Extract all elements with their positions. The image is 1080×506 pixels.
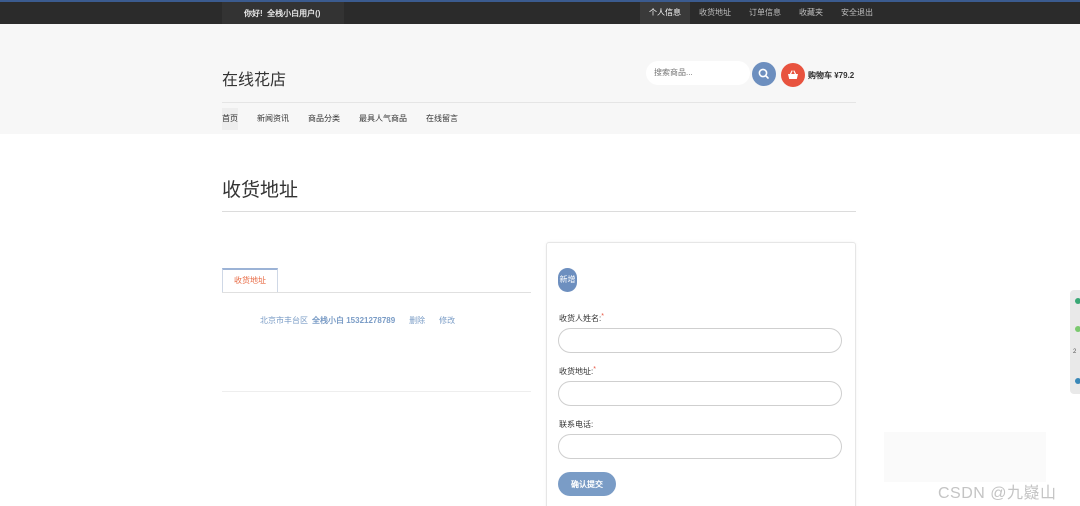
submit-button[interactable]: 确认提交 [558, 472, 616, 496]
search-input[interactable] [646, 61, 750, 85]
title-divider [222, 211, 856, 212]
cart-button[interactable] [781, 63, 805, 87]
required-mark: * [601, 313, 604, 320]
tab-divider [222, 292, 531, 293]
greeting: 你好! 全栈小白用户() [244, 8, 320, 19]
search-icon [758, 68, 769, 79]
status-dot-icon [1075, 326, 1080, 332]
address-item: 北京市丰台区 全栈小白 15321278789 删除 修改 [260, 315, 455, 326]
basket-icon [788, 70, 798, 79]
page-title: 收货地址 [222, 180, 299, 201]
phone-label: 联系电话: [559, 420, 594, 429]
receiver-name-label-text: 收货人姓名: [559, 314, 602, 323]
address-input[interactable] [558, 381, 842, 406]
edit-address-link[interactable]: 修改 [439, 315, 455, 326]
list-divider [222, 391, 531, 392]
topnav-logout[interactable]: 安全退出 [832, 2, 882, 24]
top-bar: 你好! 全栈小白用户() 个人信息 收货地址 订单信息 收藏夹 安全退出 [0, 0, 1080, 24]
nav-messages[interactable]: 在线留言 [426, 108, 458, 130]
nav-categories[interactable]: 商品分类 [308, 108, 340, 130]
faded-overlay [884, 432, 1046, 482]
nav-news[interactable]: 新闻资讯 [257, 108, 289, 130]
phone-input[interactable] [558, 434, 842, 459]
address-label: 收货地址:* [559, 366, 596, 377]
topnav-favorites[interactable]: 收藏夹 [790, 2, 832, 24]
globe-icon [1075, 378, 1080, 384]
watermark: CSDN @九嶷山 [938, 485, 1057, 502]
topnav-orders[interactable]: 订单信息 [740, 2, 790, 24]
receiver-name-label: 收货人姓名:* [559, 313, 604, 324]
address-region: 北京市丰台区 [260, 316, 308, 325]
nav-home[interactable]: 首页 [222, 108, 238, 130]
topnav-profile[interactable]: 个人信息 [640, 2, 690, 24]
delete-address-link[interactable]: 删除 [409, 315, 425, 326]
tab-address[interactable]: 收货地址 [222, 268, 278, 293]
cart-total[interactable]: 购物车 ¥79.2 [808, 70, 854, 81]
status-dot-icon [1075, 298, 1080, 304]
widget-number: 2 [1073, 349, 1077, 355]
top-nav: 个人信息 收货地址 订单信息 收藏夹 安全退出 [640, 2, 882, 24]
main-nav: 首页 新闻资讯 商品分类 最具人气商品 在线留言 [222, 108, 477, 130]
greeting-prefix: 你好! [244, 9, 263, 18]
header-divider [222, 102, 856, 103]
site-logo[interactable]: 在线花店 [222, 66, 286, 90]
greeting-user: 全栈小白用户() [267, 9, 321, 18]
floating-side-widget[interactable]: 2 [1070, 290, 1080, 394]
address-label-text: 收货地址: [559, 367, 594, 376]
site-header: 在线花店 购物车 ¥79.2 首页 新闻资讯 商品分类 最具人气商品 在线留言 [0, 24, 1080, 134]
search-button[interactable] [752, 62, 776, 86]
nav-popular[interactable]: 最具人气商品 [359, 108, 407, 130]
new-address-badge: 新增 [558, 268, 577, 292]
required-mark: * [593, 366, 596, 373]
address-contact: 全栈小白 15321278789 [312, 316, 396, 325]
topnav-address[interactable]: 收货地址 [690, 2, 740, 24]
receiver-name-input[interactable] [558, 328, 842, 353]
